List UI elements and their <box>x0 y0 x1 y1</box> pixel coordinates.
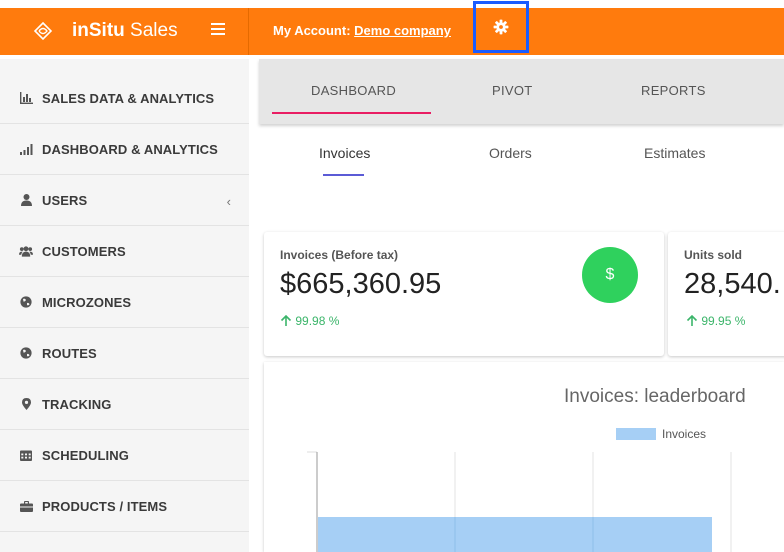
sidebar-item-products[interactable]: PRODUCTS / ITEMS <box>0 481 249 532</box>
settings-button[interactable] <box>473 1 529 53</box>
dollar-badge: $ <box>582 247 638 303</box>
sidebar: SALES DATA & ANALYTICS DASHBOARD & ANALY… <box>0 59 249 552</box>
sidebar-item-customers[interactable]: CUSTOMERS <box>0 226 249 277</box>
active-subtab-indicator <box>323 174 364 176</box>
sidebar-item-label: PRODUCTS / ITEMS <box>42 498 168 514</box>
kpi-value: $665,360.95 <box>280 268 442 300</box>
kpi-change: 99.98 % <box>280 314 339 328</box>
globe-icon <box>19 295 33 309</box>
sidebar-item-label: USERS <box>42 192 88 208</box>
sidebar-item-label: CUSTOMERS <box>42 243 126 259</box>
sidebar-item-label: MICROZONES <box>42 294 132 310</box>
brand-light: Sales <box>124 20 178 41</box>
kpi-label: Invoices (Before tax) <box>280 248 399 262</box>
chart-plot <box>307 451 732 552</box>
logo-block: inSitu Sales <box>0 8 249 55</box>
subtab-estimates[interactable]: Estimates <box>644 145 705 161</box>
user-icon <box>19 193 33 207</box>
brand-bold: inSitu <box>72 20 125 41</box>
account-label: My Account: <box>273 23 351 38</box>
kpi-value: 28,540. <box>684 268 781 300</box>
sidebar-item-users[interactable]: USERS ‹ <box>0 175 249 226</box>
kpi-change-value: 99.98 % <box>295 314 340 328</box>
hamburger-menu-icon[interactable] <box>211 23 225 37</box>
chevron-left-icon[interactable]: ‹ <box>227 194 231 209</box>
dollar-icon: $ <box>605 266 615 283</box>
main-tab-bar: DASHBOARD PIVOT REPORTS <box>259 59 784 124</box>
sidebar-item-tracking[interactable]: TRACKING <box>0 379 249 430</box>
kpi-change: 99.95 % <box>686 314 745 328</box>
sidebar-item-dashboard[interactable]: DASHBOARD & ANALYTICS <box>0 124 249 175</box>
sidebar-item-label: SCHEDULING <box>42 447 129 463</box>
users-group-icon <box>19 244 33 258</box>
top-bar: inSitu Sales My Account: Demo company <box>0 1 784 55</box>
kpi-label: Units sold <box>684 248 743 262</box>
gear-icon <box>493 19 509 35</box>
sidebar-item-sales-data[interactable]: SALES DATA & ANALYTICS <box>0 73 249 124</box>
briefcase-icon <box>19 499 33 513</box>
arrow-up-icon <box>280 314 292 326</box>
signal-bars-icon <box>19 142 33 156</box>
chart-bar <box>318 517 712 552</box>
sidebar-item-label: TRACKING <box>42 396 112 412</box>
tab-reports[interactable]: REPORTS <box>641 83 706 98</box>
subtab-invoices[interactable]: Invoices <box>319 145 370 161</box>
sidebar-item-routes[interactable]: ROUTES <box>0 328 249 379</box>
active-tab-indicator <box>272 112 431 114</box>
account-info: My Account: Demo company <box>273 23 451 38</box>
brand-name[interactable]: inSitu Sales <box>72 20 178 42</box>
kpi-card-invoices: Invoices (Before tax) $665,360.95 99.98 … <box>264 232 664 356</box>
sidebar-item-label: SALES DATA & ANALYTICS <box>42 90 215 106</box>
calendar-icon <box>19 448 33 462</box>
account-company-link[interactable]: Demo company <box>354 23 451 38</box>
kpi-change-value: 99.95 % <box>701 314 746 328</box>
leaderboard-chart-card: Invoices: leaderboard Invoices <box>264 362 784 552</box>
subtab-orders[interactable]: Orders <box>489 145 532 161</box>
arrow-up-icon <box>686 314 698 326</box>
globe-icon <box>19 346 33 360</box>
sidebar-item-label: DASHBOARD & ANALYTICS <box>42 141 218 157</box>
tab-pivot[interactable]: PIVOT <box>492 83 533 98</box>
sidebar-item-label: ROUTES <box>42 345 97 361</box>
tab-dashboard[interactable]: DASHBOARD <box>311 83 396 98</box>
kpi-card-units: Units sold 28,540. 99.95 % <box>668 232 784 356</box>
sidebar-item-scheduling[interactable]: SCHEDULING <box>0 430 249 481</box>
bar-chart-icon <box>19 91 33 105</box>
sidebar-item-microzones[interactable]: MICROZONES <box>0 277 249 328</box>
map-marker-icon <box>19 397 33 411</box>
logo-icon <box>33 21 53 41</box>
